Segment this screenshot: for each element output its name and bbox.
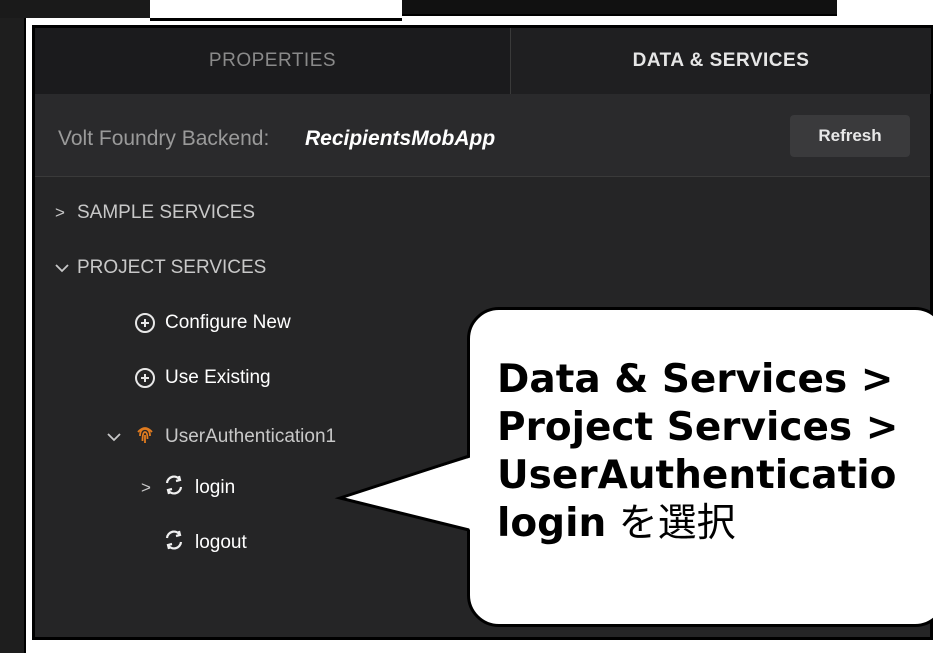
refresh-button[interactable]: Refresh bbox=[790, 115, 910, 157]
panel-tabs: PROPERTIES DATA & SERVICES bbox=[35, 28, 931, 94]
tree-item-label: SAMPLE SERVICES bbox=[77, 202, 256, 223]
tab-data-services[interactable]: DATA & SERVICES bbox=[511, 28, 931, 94]
callout-line-1: Data & Services > bbox=[497, 357, 894, 402]
left-dark-strip bbox=[0, 0, 26, 653]
tab-properties[interactable]: PROPERTIES bbox=[35, 28, 511, 94]
configure-new-button[interactable]: Configure New bbox=[135, 312, 291, 334]
operation-icon bbox=[163, 529, 185, 557]
chevron-down-icon bbox=[107, 427, 133, 447]
tree-item-sample-services[interactable]: > SAMPLE SERVICES bbox=[55, 202, 255, 224]
use-existing-label: Use Existing bbox=[165, 367, 271, 388]
top-dark-bar bbox=[402, 0, 837, 16]
login-label: login bbox=[195, 477, 236, 498]
backend-row: Volt Foundry Backend: RecipientsMobApp R… bbox=[35, 94, 930, 177]
backend-app-name: RecipientsMobApp bbox=[305, 127, 496, 150]
callout-line-4: login を選択 bbox=[497, 500, 898, 548]
tree-item-login[interactable]: > login bbox=[141, 474, 235, 502]
screenshot-frame: PROPERTIES DATA & SERVICES Volt Foundry … bbox=[0, 0, 933, 653]
callout-line-3: UserAuthenticatio bbox=[497, 453, 897, 498]
operation-icon bbox=[163, 474, 185, 502]
callout-select-text: を選択 bbox=[606, 501, 736, 546]
user-auth-label: UserAuthentication1 bbox=[165, 426, 337, 447]
use-existing-button[interactable]: Use Existing bbox=[135, 367, 271, 389]
logout-label: logout bbox=[195, 532, 247, 553]
tree-item-project-services[interactable]: PROJECT SERVICES bbox=[55, 257, 266, 279]
fingerprint-icon bbox=[133, 422, 157, 452]
tree-item-logout[interactable]: logout bbox=[163, 529, 247, 557]
configure-new-label: Configure New bbox=[165, 312, 291, 333]
add-circle-icon bbox=[135, 368, 155, 388]
chevron-right-icon: > bbox=[55, 203, 65, 222]
tree-item-user-authentication[interactable]: UserAuthentication1 bbox=[107, 422, 336, 452]
backend-label: Volt Foundry Backend: bbox=[58, 127, 270, 150]
callout-text: Data & Services > Project Services > Use… bbox=[497, 356, 898, 548]
add-circle-icon bbox=[135, 313, 155, 333]
tree-item-label: PROJECT SERVICES bbox=[77, 257, 267, 278]
top-left-dark-area bbox=[0, 0, 150, 18]
top-bubble-edge bbox=[150, 0, 402, 21]
chevron-right-icon: > bbox=[141, 478, 151, 497]
callout-login-bold: login bbox=[497, 501, 607, 546]
callout-line-2: Project Services > bbox=[497, 405, 899, 450]
chevron-down-icon bbox=[55, 258, 77, 278]
